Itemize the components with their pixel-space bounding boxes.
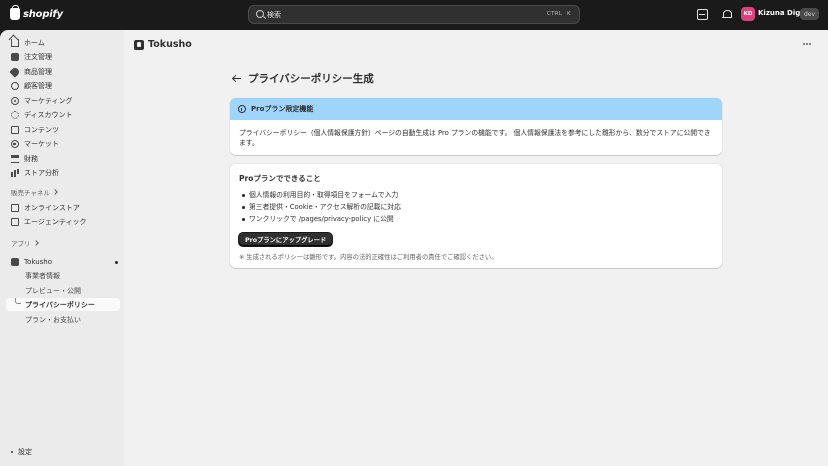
agentic-icon <box>11 217 19 226</box>
search-placeholder: 検索 <box>267 11 281 19</box>
search-input[interactable]: 検索 CTRL K <box>248 5 580 24</box>
more-icon[interactable] <box>806 43 808 45</box>
sidebar-item-analytics[interactable]: ストア分析 <box>6 166 120 179</box>
list-item: 個人情報の利用目的・取得項目をフォームで入力 <box>242 189 401 201</box>
sidebar-item-discounts[interactable]: ディスカウント <box>6 108 120 121</box>
search-icon <box>256 10 264 18</box>
back-arrow-icon[interactable] <box>232 74 241 83</box>
app-header: Tokusho <box>134 39 192 50</box>
sidebar-item-label: マーケット <box>24 139 59 148</box>
list-item: 第三者提供・Cookie・アクセス解析の記載に対応 <box>242 201 401 213</box>
sidebar-item-home[interactable]: ホーム <box>6 36 120 49</box>
sidebar-item-label: エージェンティック <box>24 217 87 226</box>
sidebar-subitem-plan-billing[interactable]: プラン・お支払い <box>6 313 120 326</box>
banner-header: Proプラン限定機能 <box>230 98 722 120</box>
main-content: Tokusho プライバシーポリシー生成 Proプラン限定機能 プライバシーポリ… <box>124 30 828 466</box>
sidebar-item-label: 財務 <box>24 154 38 163</box>
home-icon <box>11 38 19 47</box>
sidebar-item-settings[interactable]: 設定 <box>6 445 32 458</box>
sidebar-item-label: ホーム <box>24 38 45 47</box>
sidebar-item-finance[interactable]: 財務 <box>6 152 120 165</box>
content-icon <box>11 125 19 134</box>
sidebar-subitem-privacy-policy[interactable]: プライバシーポリシー <box>6 298 120 311</box>
discount-icon <box>11 110 19 119</box>
logo-text: shopify <box>23 8 63 20</box>
disclaimer-note: ※ 生成されるポリシーは雛形です。内容の法的正確性はご利用者の責任でご確認くださ… <box>239 254 498 261</box>
feature-list: 個人情報の利用目的・取得項目をフォームで入力 第三者提供・Cookie・アクセス… <box>242 189 401 225</box>
sidebar-item-label: ストア分析 <box>24 168 59 177</box>
banner-body: プライバシーポリシー（個人情報保護方針）ページの自動生成は Pro プランの機能… <box>239 129 711 147</box>
tokusho-app-icon <box>11 257 19 266</box>
sidebar-item-tokusho[interactable]: Tokusho <box>6 255 120 268</box>
top-bar: shopify 検索 CTRL K KD Kizuna Digital dev <box>0 0 828 30</box>
shopify-logo[interactable]: shopify <box>10 5 63 20</box>
sidebar-item-marketing[interactable]: マーケティング <box>6 94 120 107</box>
gear-icon <box>11 450 13 453</box>
sidebar-item-label: 顧客管理 <box>24 81 52 90</box>
notifications-inbox-icon[interactable] <box>697 9 708 20</box>
chevron-right-icon <box>32 240 39 246</box>
sidebar-item-label: 商品管理 <box>24 67 52 76</box>
page-header: プライバシーポリシー生成 <box>232 71 374 86</box>
tag-icon <box>9 65 21 78</box>
sidebar-item-products[interactable]: 商品管理 <box>6 65 120 78</box>
sales-channels-header[interactable]: 販売チャネル <box>11 187 58 197</box>
upgrade-button[interactable]: Proプランにアップグレード <box>239 233 333 246</box>
bell-icon[interactable] <box>721 9 732 20</box>
chevron-right-icon <box>52 189 58 195</box>
store-icon <box>11 203 19 212</box>
sidebar-item-label: マーケティング <box>24 96 73 105</box>
page-title: プライバシーポリシー生成 <box>248 73 374 85</box>
sidebar-item-label: 設定 <box>18 447 32 456</box>
sidebar-item-label: 注文管理 <box>24 52 52 61</box>
card-title: Proプランでできること <box>239 174 321 183</box>
apps-header[interactable]: アプリ <box>11 238 39 248</box>
person-icon <box>11 81 19 90</box>
tree-connector <box>15 298 21 304</box>
sidebar-item-content[interactable]: コンテンツ <box>6 123 120 136</box>
info-icon <box>238 105 246 113</box>
inbox-icon <box>11 52 19 61</box>
sidebar-item-markets[interactable]: マーケット <box>6 137 120 150</box>
sidebar-item-label: コンテンツ <box>24 125 59 134</box>
pin-icon[interactable] <box>115 261 118 264</box>
analytics-icon <box>11 169 19 177</box>
app-name: Tokusho <box>148 39 192 50</box>
sidebar: ホーム 注文管理 商品管理 顧客管理 マーケティング ディスカウント コンテンツ… <box>0 30 124 466</box>
shopify-bag-icon <box>10 5 20 20</box>
app-logo-icon <box>134 39 144 50</box>
pro-features-card: Proプランでできること 個人情報の利用目的・取得項目をフォームで入力 第三者提… <box>230 164 722 268</box>
shortcut-ctrl: CTRL <box>547 11 563 17</box>
target-icon <box>11 96 19 105</box>
globe-icon <box>11 139 19 148</box>
sidebar-subitem-preview-publish[interactable]: プレビュー・公開 <box>6 284 120 297</box>
avatar[interactable]: KD <box>741 7 755 21</box>
sidebar-item-orders[interactable]: 注文管理 <box>6 50 120 63</box>
pro-feature-banner: Proプラン限定機能 プライバシーポリシー（個人情報保護方針）ページの自動生成は… <box>230 98 722 155</box>
sidebar-item-label: オンラインストア <box>24 203 80 212</box>
dev-badge: dev <box>800 8 820 20</box>
shortcut-key: K <box>567 11 571 17</box>
sidebar-item-label: Tokusho <box>24 257 53 266</box>
sidebar-item-customers[interactable]: 顧客管理 <box>6 79 120 92</box>
sidebar-item-online-store[interactable]: オンラインストア <box>6 201 120 214</box>
sidebar-item-agentic[interactable]: エージェンティック <box>6 215 120 228</box>
sidebar-subitem-business-info[interactable]: 事業者情報 <box>6 269 120 282</box>
list-item: ワンクリックで /pages/privacy-policy に公開 <box>242 213 401 225</box>
banner-title: Proプラン限定機能 <box>251 105 314 113</box>
sidebar-item-label: ディスカウント <box>24 110 73 119</box>
bank-icon <box>11 154 19 163</box>
